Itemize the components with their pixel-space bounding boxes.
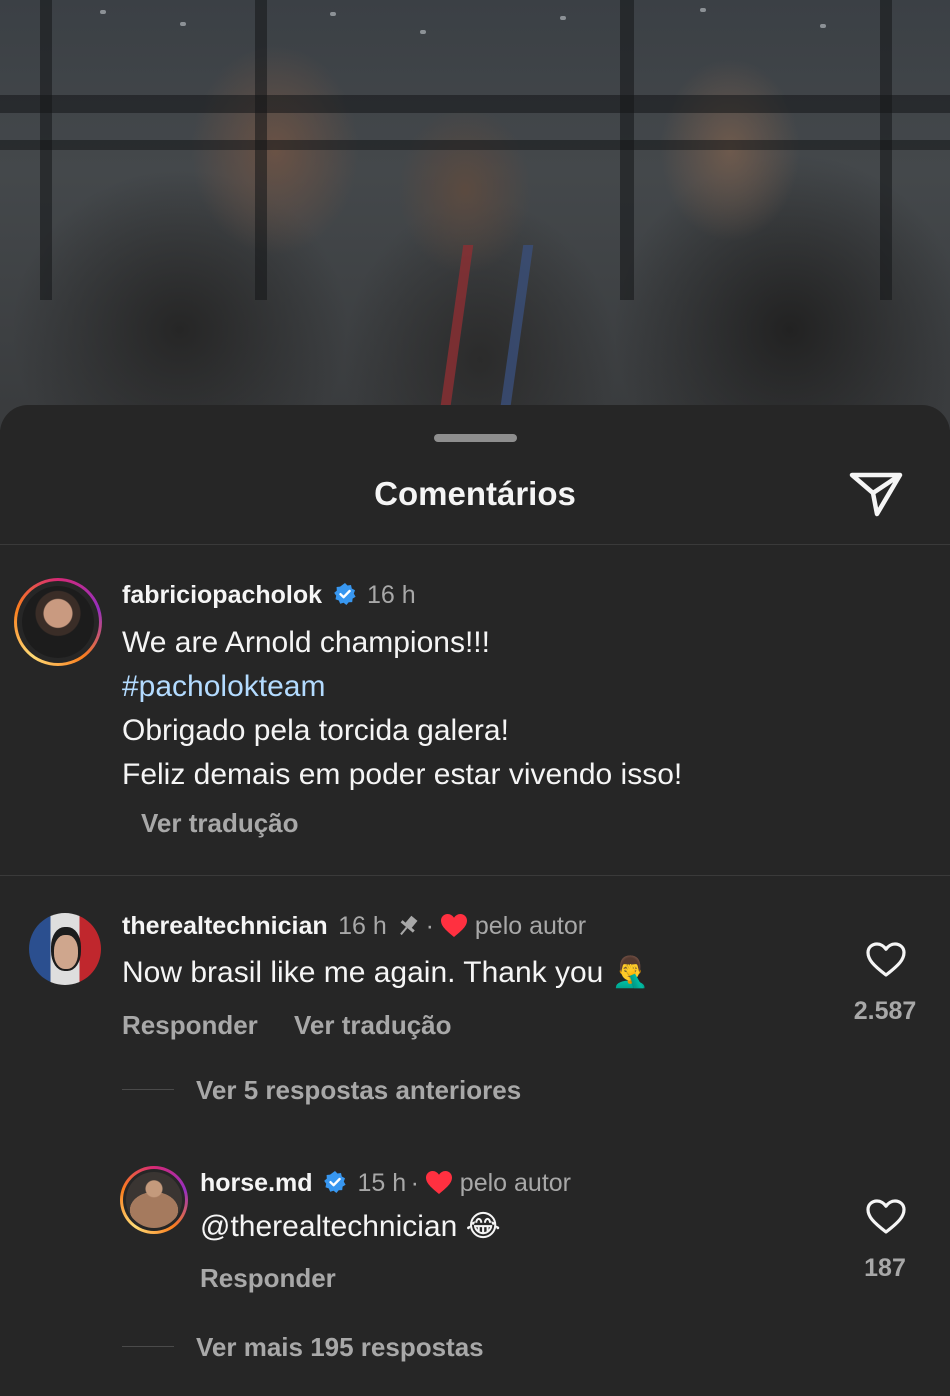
avatar xyxy=(22,586,94,658)
caption-hashtag[interactable]: #pacholokteam xyxy=(122,665,325,709)
reply-avatar[interactable] xyxy=(120,1166,188,1234)
reply-text: @therealtechnician 😂 xyxy=(200,1210,501,1243)
avatar xyxy=(126,1172,182,1228)
replies-line xyxy=(122,1346,174,1347)
paper-plane-icon[interactable] xyxy=(846,465,906,519)
view-previous-replies-button[interactable]: Ver 5 respostas anteriores xyxy=(196,1075,521,1106)
replies-line xyxy=(122,1089,174,1090)
caption-line: Obrigado pela torcida galera! xyxy=(122,714,509,747)
comment-separator: · xyxy=(425,912,434,940)
heart-filled-icon xyxy=(441,914,468,937)
reply-username[interactable]: horse.md xyxy=(200,1169,313,1197)
liked-by-author-label: pelo autor xyxy=(474,912,587,940)
liked-by-author-label: pelo autor xyxy=(459,1169,571,1197)
reply-button[interactable]: Responder xyxy=(122,1010,258,1041)
reply-button[interactable]: Responder xyxy=(200,1263,336,1294)
comment-text: Now brasil like me again. Thank you 🤦‍♂️ xyxy=(122,956,650,989)
like-count: 187 xyxy=(864,1254,906,1282)
post-photo xyxy=(0,0,950,430)
heart-filled-icon xyxy=(426,1171,453,1194)
reply-time: 15 h xyxy=(357,1169,407,1197)
caption-translate-button[interactable]: Ver tradução xyxy=(141,808,299,839)
like-count: 2.587 xyxy=(853,997,917,1025)
caption-line: Feliz demais em poder estar vivendo isso… xyxy=(122,758,683,791)
caption-time: 16 h xyxy=(366,581,416,609)
caption-username[interactable]: fabriciopacholok xyxy=(122,581,322,609)
caption-divider xyxy=(0,875,950,876)
heart-outline-icon[interactable] xyxy=(866,942,906,978)
view-more-replies-button[interactable]: Ver mais 195 respostas xyxy=(196,1332,484,1363)
verified-badge-icon xyxy=(324,1171,346,1193)
comments-sheet: Comentários fabriciopacholok 16 h We are… xyxy=(0,405,950,1396)
heart-outline-icon[interactable] xyxy=(866,1199,906,1235)
caption-avatar[interactable] xyxy=(14,578,102,666)
header-divider xyxy=(0,544,950,545)
comment-avatar[interactable] xyxy=(29,913,101,985)
pin-icon xyxy=(400,915,418,936)
verified-badge-icon xyxy=(333,583,356,605)
comment-username[interactable]: therealtechnician xyxy=(122,912,328,940)
reply-separator: · xyxy=(410,1169,419,1197)
comment-time: 16 h xyxy=(338,912,387,940)
caption-line: We are Arnold champions!!! xyxy=(122,626,490,659)
translate-button[interactable]: Ver tradução xyxy=(294,1010,452,1041)
sheet-title: Comentários xyxy=(374,475,576,512)
sheet-grabber[interactable] xyxy=(434,434,517,442)
